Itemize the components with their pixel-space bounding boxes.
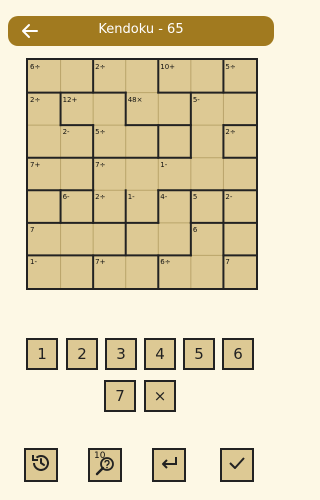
header-bar: Kendoku - 65	[8, 16, 274, 46]
cage-clue: 2÷	[225, 128, 236, 137]
number-key-1[interactable]: 1	[26, 338, 58, 370]
cage-clue: 4-	[160, 193, 168, 202]
undo-icon	[158, 452, 180, 478]
number-key-2[interactable]: 2	[66, 338, 98, 370]
number-key-5[interactable]: 5	[183, 338, 215, 370]
cage-clue: 5-	[192, 95, 200, 104]
page-title: Kendoku - 65	[98, 22, 184, 37]
cage-clue: 2÷	[95, 193, 106, 202]
cage-clue: 5÷	[225, 63, 236, 71]
cage-clue: 5÷	[95, 128, 106, 137]
number-key-4[interactable]: 4	[144, 338, 176, 370]
hint-button[interactable]: 10	[88, 448, 122, 482]
hint-count: 10	[94, 451, 106, 461]
cage-clue: 2÷	[30, 95, 41, 104]
cage-clue: 5	[192, 193, 198, 202]
cage-clue: 1-	[160, 160, 168, 169]
puzzle-board: 6÷ 2÷ 10+ 5÷ 2÷ 12+ 48× 5- 2- 5÷ 2÷ 7+ 7÷ 1- 6- 2÷ 1- 4- 5…	[26, 58, 258, 290]
cage-clue: 48×	[127, 95, 143, 104]
number-key-6[interactable]: 6	[222, 338, 254, 370]
cage-clue: 6÷	[30, 63, 41, 71]
cage-clue: 6	[192, 225, 198, 234]
check-button[interactable]	[220, 448, 254, 482]
cage-clue: 6-	[62, 193, 70, 202]
check-icon	[226, 452, 248, 478]
number-key-3[interactable]: 3	[105, 338, 137, 370]
cage-clue: 1-	[127, 193, 135, 202]
history-icon	[30, 452, 52, 478]
cage-clue: 7÷	[95, 160, 106, 169]
cage-clue: 12+	[62, 95, 78, 104]
cage-clue: 7	[30, 225, 35, 234]
undo-button[interactable]	[152, 448, 186, 482]
cage-clue: 6÷	[160, 258, 171, 267]
cage-clue: 2÷	[95, 63, 106, 71]
number-key-7[interactable]: 7	[104, 380, 136, 412]
cage-clue: 2-	[225, 193, 233, 202]
cage-clue: 1-	[30, 258, 37, 267]
cage-lines	[28, 60, 256, 288]
cage-clue: 7	[225, 258, 230, 267]
history-button[interactable]	[24, 448, 58, 482]
cage-clue: 10+	[160, 63, 176, 71]
clear-key[interactable]: ×	[144, 380, 176, 412]
cage-clue: 7+	[30, 160, 41, 169]
cage-clue: 2-	[62, 128, 70, 137]
cage-clue: 7+	[95, 258, 106, 267]
